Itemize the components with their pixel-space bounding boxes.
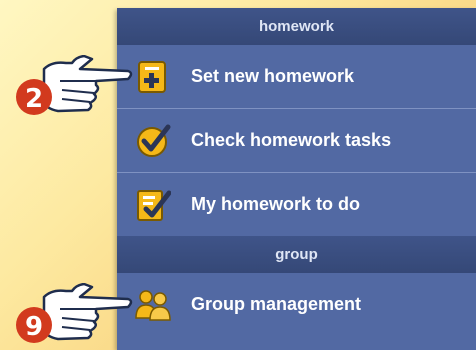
pointing-hand-icon xyxy=(42,55,133,113)
callout-number: 9 xyxy=(25,312,43,342)
menu-item-group-management[interactable]: Group management xyxy=(117,273,476,336)
menu-item-label: My homework to do xyxy=(191,194,361,214)
callout-pointer-2: 2 xyxy=(16,55,133,115)
callout-pointer-9: 9 xyxy=(16,283,133,343)
section-header-group: group xyxy=(117,236,476,273)
homework-menu: homework Set new homework Check homework… xyxy=(117,8,476,350)
section-header-homework: homework xyxy=(117,8,476,45)
callout-number: 2 xyxy=(25,84,43,114)
menu-item-label: Set new homework xyxy=(191,66,355,86)
menu-item-label: Check homework tasks xyxy=(191,130,392,150)
menu-item-check-homework-tasks[interactable]: Check homework tasks xyxy=(117,109,476,173)
menu-item-my-homework-to-do[interactable]: My homework to do xyxy=(117,173,476,236)
menu-item-label: Group management xyxy=(191,294,362,314)
checkmark-icon xyxy=(133,121,173,161)
pointing-hand-icon xyxy=(42,283,133,341)
menu-item-set-new-homework[interactable]: Set new homework xyxy=(117,45,476,109)
checklist-icon xyxy=(133,185,173,225)
